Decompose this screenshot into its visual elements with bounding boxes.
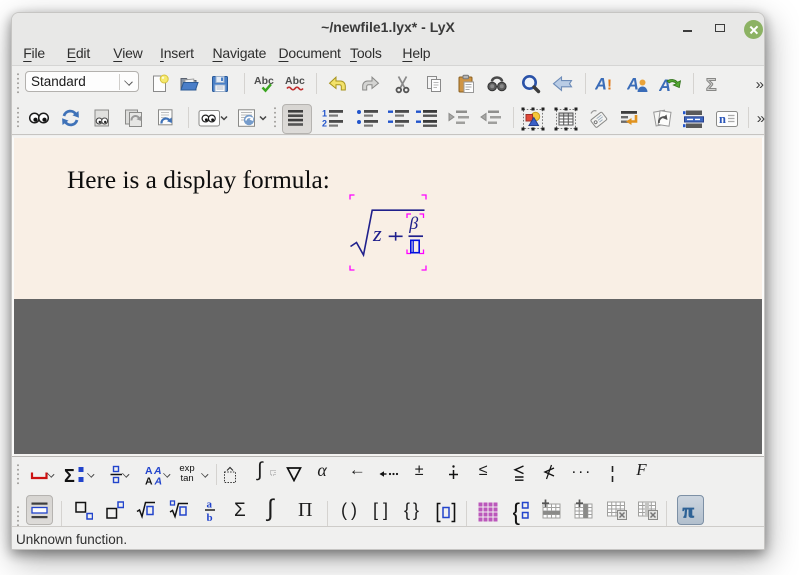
svg-text:Σ: Σ [64, 466, 75, 486]
svg-text:β: β [408, 213, 418, 233]
svg-text:{: { [513, 499, 520, 525]
svg-text:b: b [207, 512, 213, 524]
svg-text:A: A [595, 76, 607, 94]
svg-text:!: ! [607, 77, 612, 94]
svg-text:Σ: Σ [706, 75, 717, 95]
svg-text:n: n [719, 112, 726, 126]
svg-text:π: π [683, 499, 695, 523]
svg-text:z: z [372, 221, 382, 246]
svg-text:A: A [145, 476, 153, 488]
svg-text:2: 2 [322, 119, 327, 129]
svg-text:Abc: Abc [285, 75, 305, 87]
svg-text:A: A [153, 476, 162, 488]
svg-text:A: A [627, 76, 639, 94]
svg-text:1: 1 [322, 109, 327, 119]
svg-text:a: a [207, 499, 213, 511]
